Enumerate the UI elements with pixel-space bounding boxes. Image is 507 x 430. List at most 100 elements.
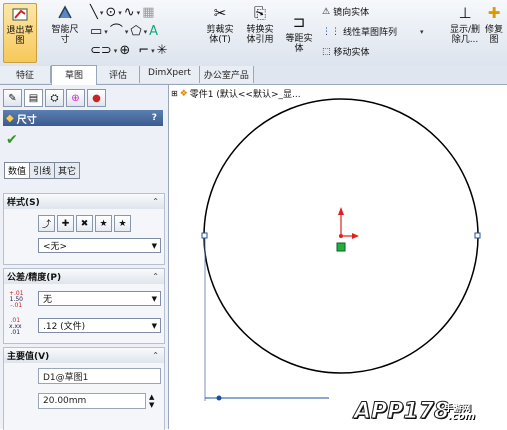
command-manager-ribbon: 退出草 图 智能尺 寸 ╲ ▾ ⊙ ▾ ∿ ▾ ▦ ▭ ▾ ⌒ ▾ ⬠ ▾ A ⊂⊃ ▾ ⊕ … <box>0 0 507 67</box>
subtab-value[interactable]: 数值 <box>4 162 31 179</box>
polygon-icon[interactable]: ⬠ <box>130 25 141 39</box>
convert-entities-button[interactable]: ⎘ 转换实 体引用 <box>241 3 279 46</box>
primary-value-section: 主要值(V) ⌃ D1@草图1 20.00mm ▲ ▼ <box>3 347 165 430</box>
repair-sketch-button[interactable]: ✚ 修复 图 <box>482 3 506 46</box>
precision-icon: .01 x.xx .01 <box>9 317 22 336</box>
apply-default-style-icon[interactable]: ⤴ <box>38 215 55 232</box>
property-manager-panel: ✎ ▤ ⛭ ⊕ ● ◆ 尺寸 ? ✔ 数值 引线 其它 样式(S) ⌃ ⤴ ✚ … <box>0 85 169 430</box>
convert-entities-icon: ⎘ <box>253 4 266 22</box>
sketch-tools-row-1: ╲ ▾ ⊙ ▾ ∿ ▾ ▦ <box>90 6 154 20</box>
precision-value: .12 (文件) <box>43 322 86 332</box>
chevron-down-icon: ▼ <box>151 241 157 250</box>
offset-icon: ⊐ <box>292 13 306 31</box>
ok-checkmark-icon[interactable]: ✔ <box>6 132 18 148</box>
dropdown-arrow-icon[interactable]: ▾ <box>144 28 148 36</box>
fillet-icon[interactable]: ⌐ <box>138 44 149 58</box>
exit-sketch-button[interactable]: 退出草 图 <box>3 3 37 63</box>
dropdown-arrow-icon[interactable]: ▾ <box>151 47 155 55</box>
tolerance-section-header[interactable]: 公差/精度(P) ⌃ <box>4 269 164 284</box>
circle-quadrant-point-left[interactable] <box>201 232 208 239</box>
trim-icon: ✂ <box>213 4 227 22</box>
tolerance-type-select[interactable]: 无 ▼ <box>38 291 161 306</box>
text-icon[interactable]: A <box>149 25 158 39</box>
precision-icon-text: x.xx <box>9 323 22 330</box>
dimension-value-field[interactable]: 20.00mm <box>38 393 146 409</box>
watermark-domain-text: .com <box>448 411 476 422</box>
command-manager-tabs: 特征 草图 评估 DimXpert 办公室产品 <box>0 65 507 85</box>
linear-pattern-button[interactable]: ⋮⋮ 线性草图阵列 ▾ <box>322 25 424 39</box>
save-style-icon[interactable]: ★ <box>95 215 112 232</box>
sketch-svg[interactable] <box>169 85 507 429</box>
dimension-value-text: 20.00mm <box>43 396 87 406</box>
value-spinner[interactable]: ▲ ▼ <box>149 393 154 409</box>
precision-select[interactable]: .12 (文件) ▼ <box>38 318 161 333</box>
coincident-relation-icon[interactable] <box>336 242 346 252</box>
tab-sketch[interactable]: 草图 <box>51 65 98 85</box>
dropdown-arrow-icon[interactable]: ▾ <box>114 47 118 55</box>
tab-evaluate[interactable]: 评估 <box>97 66 141 83</box>
sketch-tools-row-3: ⊂⊃ ▾ ⊕ ⌐ ▾ ✳ <box>90 44 168 58</box>
relations-icon: ⊥ <box>458 4 472 22</box>
sketch-grid-icon[interactable]: ▦ <box>142 6 154 20</box>
tab-dimxpert[interactable]: DimXpert <box>140 66 200 83</box>
dropdown-arrow-icon[interactable]: ▾ <box>137 9 141 17</box>
property-manager-tab-icon[interactable]: ▤ <box>24 89 43 107</box>
mirror-icon: ⚠ <box>322 6 331 17</box>
subtab-other[interactable]: 其它 <box>54 162 81 179</box>
move-icon: ⬚ <box>322 46 331 57</box>
dimension-endpoint[interactable] <box>216 395 222 401</box>
centerline-icon[interactable]: ✳ <box>157 44 168 58</box>
configuration-manager-tab-icon[interactable]: ⛭ <box>45 89 64 107</box>
mirror-label: 镜向实体 <box>333 8 370 18</box>
mirror-entities-button[interactable]: ⚠ 镜向实体 <box>322 5 370 19</box>
primary-value-section-header[interactable]: 主要值(V) ⌃ <box>4 348 164 363</box>
dropdown-arrow-icon[interactable]: ▾ <box>125 28 129 36</box>
tab-office-products[interactable]: 办公室产品 <box>199 66 254 83</box>
repair-label: 修复 图 <box>484 25 503 45</box>
tab-features[interactable]: 特征 <box>0 66 52 83</box>
show-hide-relations-button[interactable]: ⊥ 显示/删 除几... <box>448 3 482 46</box>
feature-manager-tab-icon[interactable]: ✎ <box>3 89 22 107</box>
add-style-icon[interactable]: ✚ <box>57 215 74 232</box>
point-icon[interactable]: ⊕ <box>119 44 130 58</box>
circle-icon[interactable]: ⊙ <box>105 6 116 20</box>
line-icon[interactable]: ╲ <box>90 6 98 20</box>
offset-entities-button[interactable]: ⊐ 等距实 体 <box>282 12 316 55</box>
slot-icon[interactable]: ⊂⊃ <box>90 44 112 58</box>
exit-sketch-label: 退出草 图 <box>6 26 34 46</box>
load-style-icon[interactable]: ★ <box>114 215 131 232</box>
panel-tabs: ✎ ▤ ⛭ ⊕ ● <box>3 89 106 107</box>
arc-icon[interactable]: ⌒ <box>110 25 123 39</box>
dropdown-arrow-icon[interactable]: ▾ <box>104 28 108 36</box>
tolerance-section: 公差/精度(P) ⌃ +.01 1.50 -.01 无 ▼ .01 x.xx .01 .… <box>3 268 165 344</box>
repair-icon: ✚ <box>487 4 501 22</box>
dropdown-arrow-icon[interactable]: ▾ <box>100 9 104 17</box>
display-manager-tab-icon[interactable]: ● <box>87 89 106 107</box>
exit-sketch-icon <box>9 4 31 24</box>
graphics-area[interactable]: ⊞ ❖ 零件1 (默认<<默认>_显... <box>169 85 507 429</box>
delete-style-icon[interactable]: ✖ <box>76 215 93 232</box>
circle-center-point[interactable] <box>339 234 343 238</box>
dropdown-arrow-icon[interactable]: ▾ <box>420 28 424 36</box>
tolerance-type-value: 无 <box>43 295 53 305</box>
collapse-chevron-icon[interactable]: ⌃ <box>152 272 159 281</box>
chevron-down-icon: ▼ <box>151 321 157 330</box>
move-label: 移动实体 <box>333 48 370 58</box>
panel-title: 尺寸 <box>16 114 37 126</box>
collapse-chevron-icon[interactable]: ⌃ <box>152 197 159 206</box>
move-entities-button[interactable]: ⬚ 移动实体 <box>322 45 370 59</box>
smart-dimension-icon <box>54 3 76 23</box>
help-icon[interactable]: ? <box>152 113 157 123</box>
dimxpert-manager-tab-icon[interactable]: ⊕ <box>66 89 85 107</box>
rectangle-icon[interactable]: ▭ <box>90 25 102 39</box>
trim-entities-button[interactable]: ✂ 剪裁实 体(T) <box>203 3 237 46</box>
spline-icon[interactable]: ∿ <box>124 6 135 20</box>
circle-quadrant-point-right[interactable] <box>474 232 481 239</box>
smart-dimension-button[interactable]: 智能尺 寸 <box>48 3 82 45</box>
subtab-leaders[interactable]: 引线 <box>29 162 56 179</box>
dimension-name-field[interactable]: D1@草图1 <box>38 368 161 384</box>
style-section-header[interactable]: 样式(S) ⌃ <box>4 194 164 209</box>
style-select[interactable]: <无> ▼ <box>38 238 161 253</box>
dropdown-arrow-icon[interactable]: ▾ <box>118 9 122 17</box>
collapse-chevron-icon[interactable]: ⌃ <box>152 351 159 360</box>
